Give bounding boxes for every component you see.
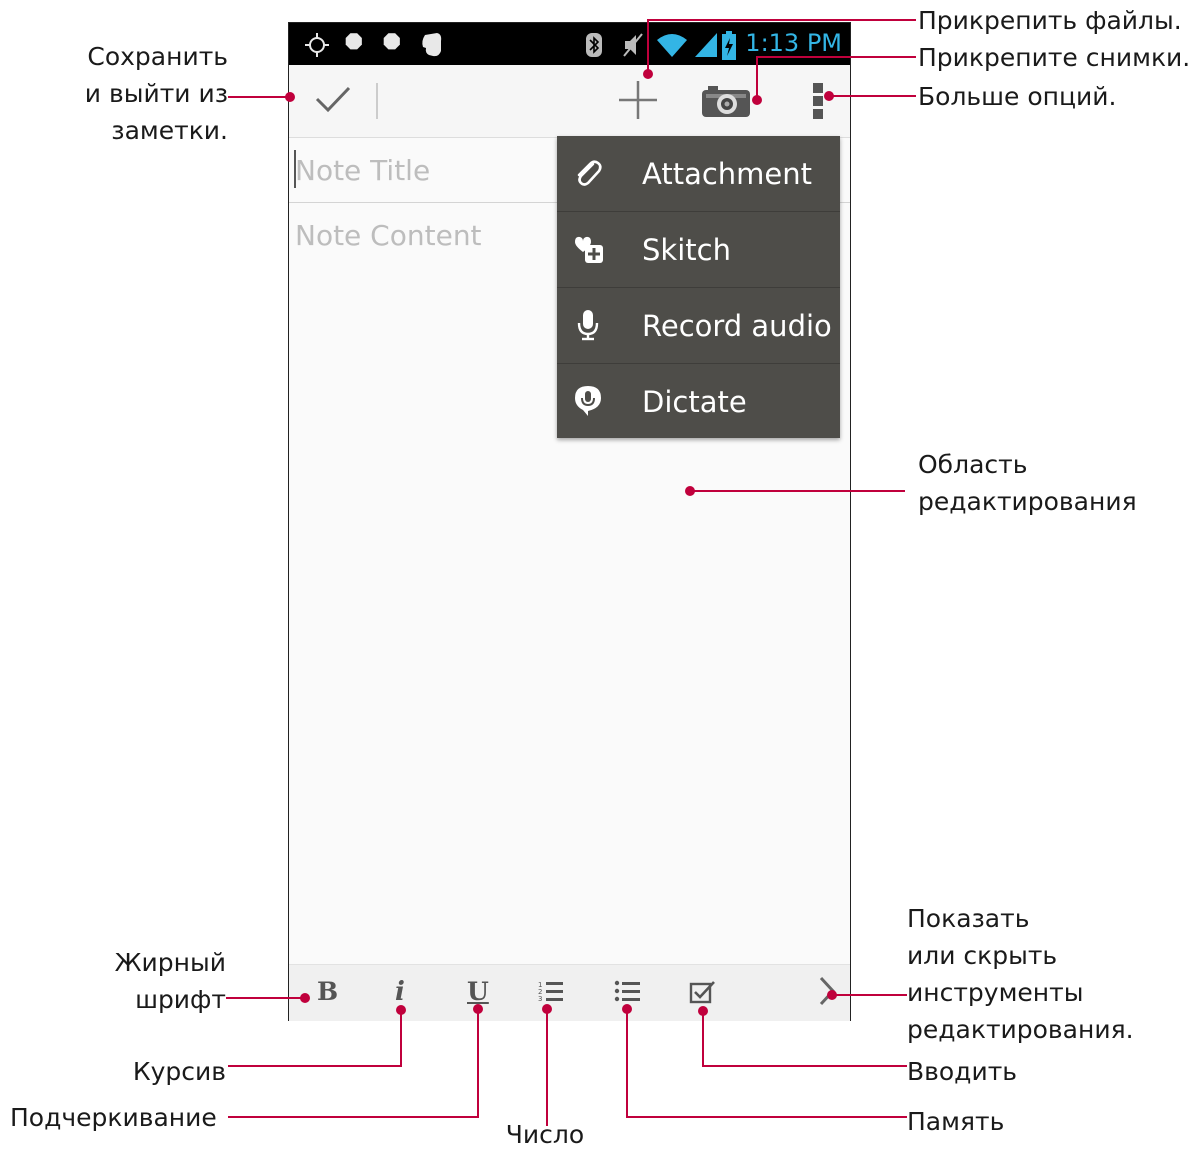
callout-save-exit-line3: заметки. <box>111 116 228 145</box>
callout-save-exit-line2: и выйти из <box>84 79 228 108</box>
usb-icon: ⯃ <box>383 31 401 56</box>
bold-button[interactable]: B <box>317 977 338 1006</box>
bluetooth-icon <box>586 33 602 57</box>
battery-charging-icon <box>722 31 736 60</box>
callout-bold-line2: шрифт <box>135 985 226 1014</box>
evernote-icon <box>422 33 442 57</box>
microphone-icon <box>577 310 599 341</box>
plus-icon[interactable] <box>617 79 659 121</box>
menu-item-skitch[interactable]: Skitch <box>557 212 840 288</box>
camera-icon[interactable] <box>700 83 752 119</box>
menu-item-label: Dictate <box>642 385 747 419</box>
formatting-toolbar: B i U 1 2 3 <box>289 964 850 1021</box>
attachment-menu: Attachment Skitch Record audio Dictate <box>557 136 840 438</box>
status-bar: ⯃ ⯃ 1:13 PM <box>289 23 850 65</box>
callout-save-exit: Сохранить и выйти из заметки. <box>60 38 228 149</box>
callout-more-options: Больше опций. <box>918 82 1117 111</box>
callout-edit-area-line1: Область <box>918 450 1028 479</box>
note-title-input[interactable] <box>295 154 545 187</box>
callout-show-hide-line4: редактирования. <box>907 1015 1134 1044</box>
callout-show-hide: Показать или скрыть инструменты редактир… <box>907 900 1134 1048</box>
gps-icon <box>305 33 329 57</box>
callout-show-hide-line1: Показать <box>907 904 1030 933</box>
menu-item-label: Attachment <box>642 157 813 191</box>
italic-button[interactable]: i <box>395 977 405 1007</box>
callout-underline: Подчеркивание <box>10 1103 217 1132</box>
menu-item-label: Skitch <box>642 233 731 267</box>
callout-italic: Курсив <box>132 1057 226 1086</box>
menu-item-record-audio[interactable]: Record audio <box>557 288 840 364</box>
paperclip-icon <box>577 160 602 186</box>
menu-item-attachment[interactable]: Attachment <box>557 136 840 212</box>
usb-icon: ⯃ <box>345 31 363 56</box>
mute-icon <box>623 33 643 57</box>
callout-bold-line1: Жирный <box>114 948 226 977</box>
action-bar <box>289 65 850 138</box>
leader-memory <box>626 1010 907 1118</box>
skitch-icon <box>575 236 603 263</box>
callout-enter: Вводить <box>907 1057 1018 1086</box>
wifi-icon <box>657 34 687 57</box>
action-bar-divider <box>376 83 378 119</box>
bullet-list-icon[interactable] <box>614 979 642 1005</box>
callout-attach-files: Прикрепить файлы. <box>918 6 1182 35</box>
numbered-list-icon[interactable]: 1 2 3 <box>537 979 565 1005</box>
callout-bold: Жирный шрифт <box>90 944 226 1018</box>
callout-attach-photos: Прикрепите снимки. <box>918 43 1191 72</box>
callout-show-hide-line3: инструменты <box>907 978 1084 1007</box>
menu-item-dictate[interactable]: Dictate <box>557 364 840 439</box>
callout-edit-area-line2: редактирования <box>918 487 1137 516</box>
phone-screen: ⯃ ⯃ 1:13 PM Note Title Note Content Atta… <box>288 22 851 1021</box>
checkbox-icon[interactable] <box>689 979 717 1005</box>
menu-item-label: Record audio <box>642 309 832 343</box>
callout-number: Число <box>505 1120 585 1149</box>
overflow-menu-icon[interactable] <box>811 81 825 121</box>
callout-save-exit-line1: Сохранить <box>87 42 228 71</box>
callout-show-hide-line2: или скрыть <box>907 941 1058 970</box>
chevron-right-icon[interactable] <box>817 975 837 1007</box>
svg-text:3: 3 <box>538 995 542 1003</box>
callout-edit-area: Область редактирования <box>918 446 1137 520</box>
leader-underline <box>228 1010 479 1118</box>
underline-button[interactable]: U <box>467 977 489 1006</box>
callout-memory: Память <box>907 1107 1005 1136</box>
check-icon[interactable] <box>313 79 353 119</box>
signal-icon <box>695 33 717 57</box>
dictate-icon <box>575 386 601 416</box>
status-time: 1:13 PM <box>745 29 842 57</box>
